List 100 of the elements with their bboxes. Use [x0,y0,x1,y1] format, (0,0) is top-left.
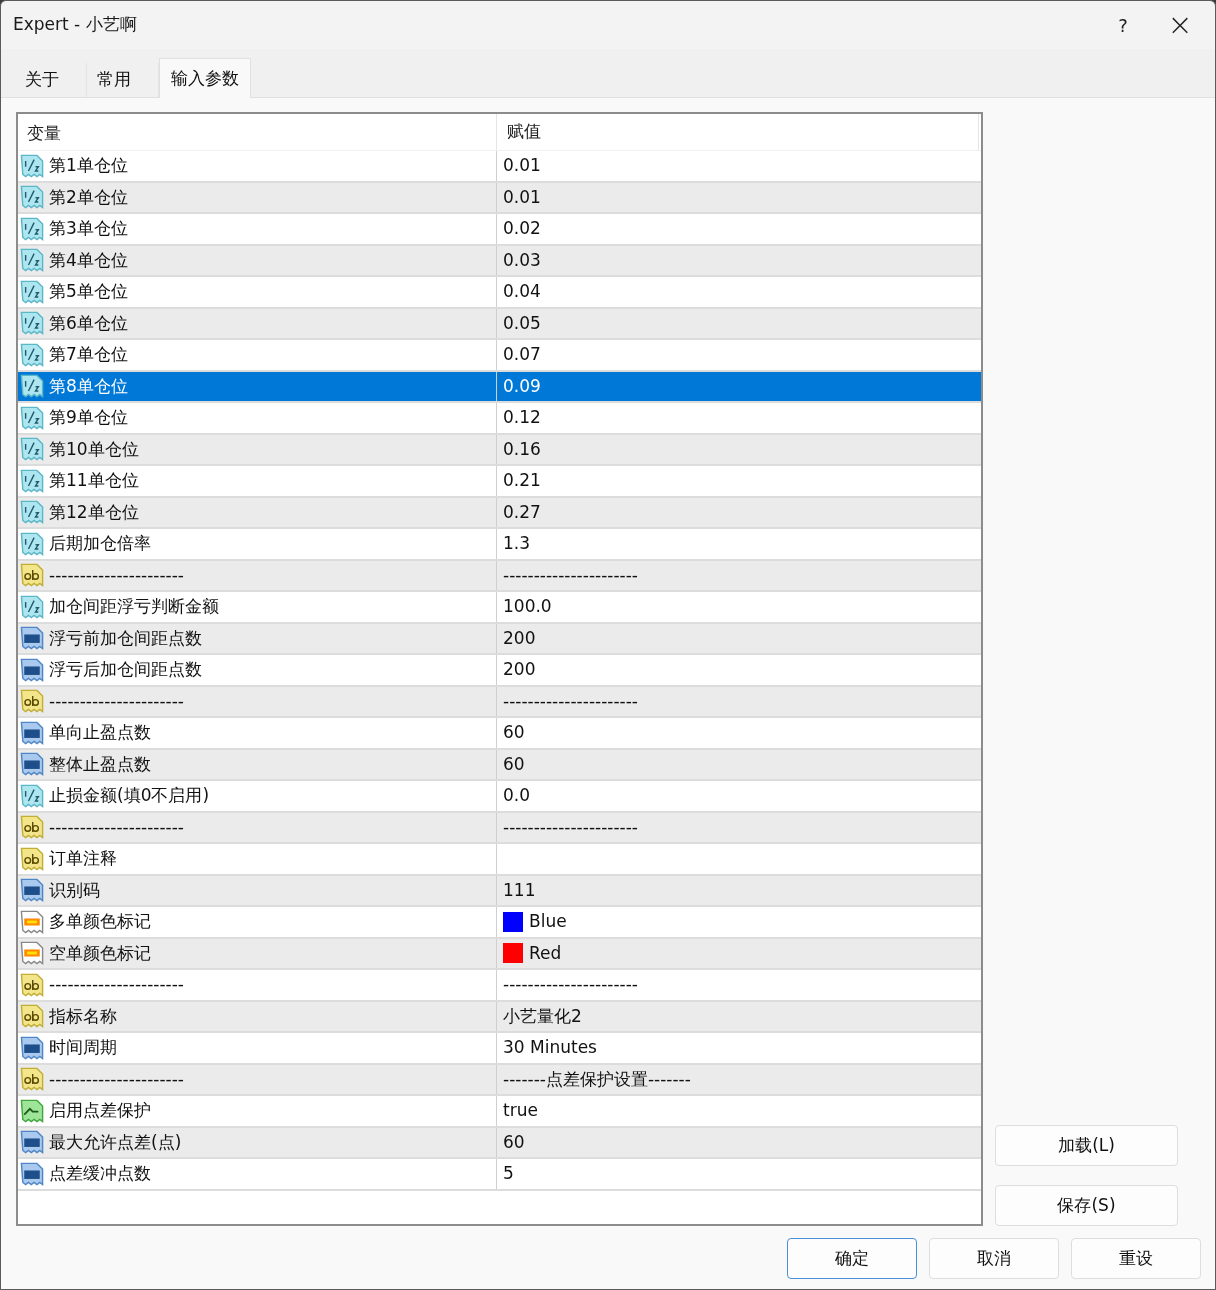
window-title: Expert - 小艺啊 [13,13,137,37]
parameter-name: 第3单仓位 [49,217,128,240]
parameter-name: 第7单仓位 [49,343,128,366]
parameter-row[interactable]: 第2单仓位 0.01 [18,182,981,214]
text-icon [20,1004,44,1029]
parameter-value: ---------------------- [503,815,638,839]
number-icon [20,1161,44,1186]
parameter-row[interactable]: 第8单仓位 0.09 [18,371,981,403]
parameter-value: ---------------------- [503,563,638,587]
close-button[interactable]: × [1145,2,1215,48]
parameter-row[interactable]: 浮亏后加仓间距点数 200 [18,655,981,687]
color-swatch-icon [20,909,44,934]
fraction-icon [20,468,44,493]
parameter-name: 第11单仓位 [49,469,139,492]
parameter-value: 100.0 [503,595,552,618]
parameter-row[interactable]: 第12单仓位 0.27 [18,497,981,529]
parameter-row[interactable]: ---------------------- ---------------------- [18,560,981,592]
parameter-row[interactable]: ---------------------- ---------------------- [18,686,981,718]
parameter-row[interactable]: ---------------------- -------点差保护设置------- [18,1064,981,1096]
parameter-name: 浮亏前加仓间距点数 [49,626,202,650]
parameter-value: 0.05 [503,311,541,335]
parameter-value: 0.21 [503,469,541,492]
side-button[interactable]: 加载(L) [995,1125,1178,1166]
parameter-name: 整体止盈点数 [49,752,151,776]
parameter-row[interactable]: 第6单仓位 0.05 [18,308,981,340]
parameter-value: 5 [503,1162,514,1185]
parameter-name: 多单颜色标记 [49,910,151,933]
tab[interactable]: 输入参数 [159,58,251,98]
parameter-row[interactable]: 点差缓冲点数 5 [18,1159,981,1191]
parameter-value: 0.09 [503,374,541,398]
parameter-name: ---------------------- [49,689,184,713]
parameter-row[interactable]: 第1单仓位 0.01 [18,151,981,183]
parameter-row[interactable]: 识别码 111 [18,875,981,907]
dialog-button[interactable]: 取消 [929,1238,1059,1279]
parameter-value: 0.16 [503,437,541,461]
parameter-value: ---------------------- [503,689,638,713]
parameter-row[interactable]: 最大允许点差(点) 60 [18,1127,981,1159]
number-icon [20,657,44,682]
parameter-value: 111 [503,878,536,902]
parameter-value: 0.0 [503,784,531,807]
parameter-row[interactable]: 空单颜色标记 Red [18,938,981,970]
fraction-icon [20,248,44,273]
fraction-icon [20,216,44,241]
parameter-value: 小艺量化2 [503,1004,582,1028]
parameter-value: 0.03 [503,248,541,272]
dialog-button[interactable]: 确定 [787,1238,917,1279]
parameter-value: ---------------------- [503,973,638,996]
parameter-row[interactable]: 加仓间距浮亏判断金额 100.0 [18,592,981,624]
text-icon [20,815,44,840]
parameter-name: 第9单仓位 [49,406,128,429]
parameter-value: 60 [503,752,525,776]
column-header[interactable]: 变量 [18,114,497,150]
parameter-row[interactable]: 时间周期 30 Minutes [18,1033,981,1065]
parameter-row[interactable]: ---------------------- ---------------------- [18,970,981,1002]
parameter-name: 浮亏后加仓间距点数 [49,658,202,681]
parameter-row[interactable]: 单向止盈点数 60 [18,718,981,750]
color-swatch-icon [20,941,44,966]
parameter-row[interactable]: 启用点差保护 true [18,1096,981,1128]
text-icon [20,972,44,997]
parameter-name: 第4单仓位 [49,248,128,272]
parameter-name: 第10单仓位 [49,437,139,461]
parameter-row[interactable]: 第9单仓位 0.12 [18,403,981,435]
number-icon [20,1130,44,1155]
text-icon [20,1067,44,1092]
parameter-name: ---------------------- [49,1067,184,1091]
parameter-row[interactable]: 第11单仓位 0.21 [18,466,981,498]
parameter-value: 0.01 [503,154,541,177]
fraction-icon [20,500,44,525]
parameter-name: 识别码 [49,878,100,902]
fraction-icon [20,437,44,462]
parameter-row[interactable]: 浮亏前加仓间距点数 200 [18,623,981,655]
number-icon [20,720,44,745]
parameter-row[interactable]: ---------------------- ---------------------- [18,812,981,844]
parameter-row[interactable]: 订单注释 [18,844,981,876]
parameter-row[interactable]: 止损金额(填0不启用) 0.0 [18,781,981,813]
parameter-value: 0.02 [503,217,541,240]
text-icon [20,846,44,871]
parameter-row[interactable]: 指标名称 小艺量化2 [18,1001,981,1033]
parameter-value: 60 [503,1130,525,1154]
dialog-button[interactable]: 重设 [1071,1238,1201,1279]
parameter-row[interactable]: 第5单仓位 0.04 [18,277,981,309]
parameter-value: 30 Minutes [503,1036,597,1059]
parameter-row[interactable]: 后期加仓倍率 1.3 [18,529,981,561]
parameter-value: true [503,1099,538,1122]
side-button[interactable]: 保存(S) [995,1185,1178,1226]
fraction-icon [20,311,44,336]
parameter-row[interactable]: 整体止盈点数 60 [18,749,981,781]
parameter-row[interactable]: 第3单仓位 0.02 [18,214,981,246]
parameter-row[interactable]: 多单颜色标记 Blue [18,907,981,939]
parameter-value: 0.07 [503,343,541,366]
parameter-name: 空单颜色标记 [49,941,151,965]
parameter-name: 单向止盈点数 [49,721,151,744]
help-button[interactable]: ? [1101,2,1145,48]
parameter-value: 0.04 [503,280,541,303]
parameter-row[interactable]: 第4单仓位 0.03 [18,245,981,277]
parameter-row[interactable]: 第10单仓位 0.16 [18,434,981,466]
column-header[interactable]: 赋值 [497,114,979,150]
parameter-name: 指标名称 [49,1004,117,1028]
parameter-row[interactable]: 第7单仓位 0.07 [18,340,981,372]
number-icon [20,1035,44,1060]
